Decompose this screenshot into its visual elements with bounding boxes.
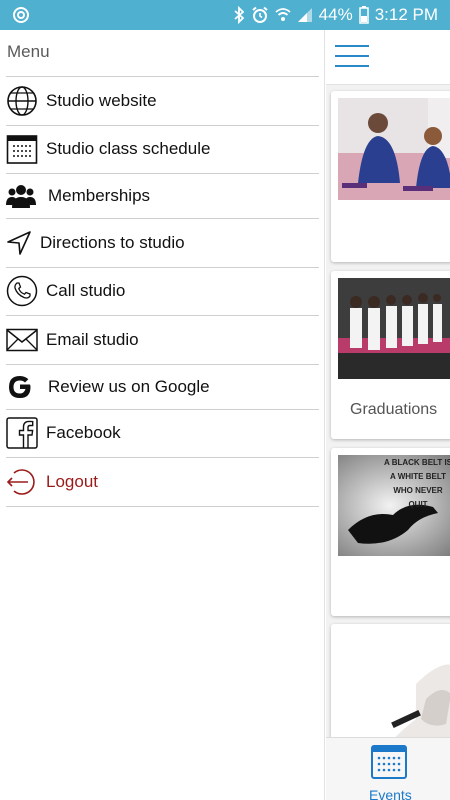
app-toolbar bbox=[326, 30, 450, 85]
menu-item-call-studio[interactable]: Call studio bbox=[6, 268, 319, 316]
menu-item-label: Logout bbox=[46, 471, 98, 491]
menu-item-class-schedule[interactable]: Studio class schedule bbox=[6, 126, 319, 174]
wifi-icon bbox=[275, 7, 291, 23]
facebook-icon bbox=[6, 416, 40, 450]
phone-icon bbox=[6, 274, 40, 308]
menu-item-label: Studio class schedule bbox=[46, 139, 211, 159]
alarm-icon bbox=[251, 6, 269, 24]
navigation-arrow-icon bbox=[6, 226, 34, 260]
menu-item-memberships[interactable]: Memberships bbox=[6, 174, 319, 219]
menu-item-studio-website[interactable]: Studio website bbox=[6, 77, 319, 126]
event-card[interactable]: Graduations bbox=[331, 271, 450, 439]
menu-list: Studio website Studio class schedule Mem… bbox=[6, 76, 319, 507]
bluetooth-icon bbox=[233, 6, 245, 24]
main-content: Graduations A BLACK BELT IS A WHITE BELT… bbox=[326, 30, 450, 800]
calendar-icon bbox=[6, 132, 40, 166]
event-image-caption: A BLACK BELT IS A WHITE BELT WHO NEVER Q… bbox=[384, 458, 450, 509]
navigation-drawer: Menu Studio website Studio class schedul… bbox=[0, 30, 325, 800]
event-card[interactable] bbox=[331, 91, 450, 262]
menu-item-directions[interactable]: Directions to studio bbox=[6, 219, 319, 268]
hamburger-menu-icon[interactable] bbox=[335, 45, 369, 69]
menu-item-label: Directions to studio bbox=[40, 232, 185, 252]
menu-item-label: Email studio bbox=[46, 329, 139, 349]
menu-item-label: Review us on Google bbox=[48, 376, 210, 396]
event-title: Graduations bbox=[350, 401, 438, 418]
clock-time: 3:12 PM bbox=[374, 5, 438, 24]
menu-title: Menu bbox=[7, 42, 50, 61]
signal-icon bbox=[297, 7, 313, 23]
menu-item-review-google[interactable]: Review us on Google bbox=[6, 365, 319, 410]
menu-item-logout[interactable]: Logout bbox=[6, 458, 319, 507]
menu-item-facebook[interactable]: Facebook bbox=[6, 410, 319, 458]
status-bar: 44% 3:12 PM bbox=[0, 0, 450, 30]
tab-events[interactable]: Events bbox=[369, 742, 412, 800]
menu-item-email-studio[interactable]: Email studio bbox=[6, 316, 319, 365]
menu-item-label: Memberships bbox=[48, 186, 151, 205]
tab-label: Events bbox=[369, 787, 412, 800]
battery-icon bbox=[358, 6, 369, 24]
menu-item-label: Call studio bbox=[46, 281, 126, 301]
app-notification-icon bbox=[12, 6, 30, 24]
people-icon bbox=[6, 179, 40, 213]
globe-icon bbox=[6, 84, 40, 118]
event-card[interactable]: A BLACK BELT IS A WHITE BELT WHO NEVER Q… bbox=[331, 448, 450, 616]
google-icon bbox=[6, 370, 40, 404]
event-image bbox=[338, 98, 450, 200]
event-image bbox=[338, 278, 450, 379]
bottom-tab-bar: Events bbox=[326, 737, 450, 800]
menu-item-label: Studio website bbox=[46, 90, 157, 110]
battery-percent: 44% bbox=[318, 5, 353, 24]
logout-icon bbox=[6, 465, 40, 499]
envelope-icon bbox=[6, 323, 40, 357]
calendar-icon bbox=[370, 745, 408, 784]
menu-item-label: Facebook bbox=[46, 423, 121, 443]
